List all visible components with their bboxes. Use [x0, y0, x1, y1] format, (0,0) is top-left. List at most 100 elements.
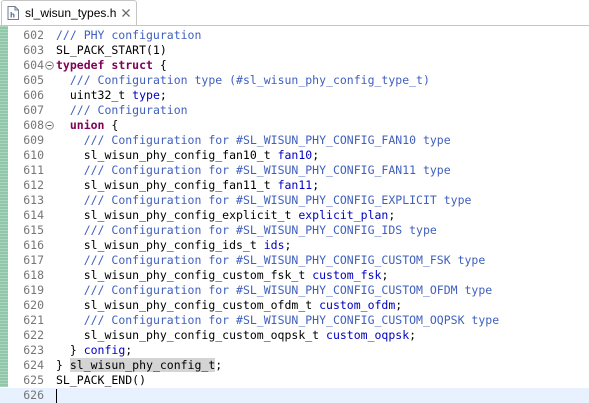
code-token: uint32_t: [56, 88, 133, 102]
comment-token: /// Configuration for #SL_WISUN_PHY_CONF…: [83, 163, 451, 177]
line-number: 615: [23, 223, 44, 237]
code-text: union {: [56, 118, 118, 133]
comment-token: /// Configuration for #SL_WISUN_PHY_CONF…: [83, 253, 486, 267]
svg-text:h: h: [10, 12, 15, 20]
code-line[interactable]: 612 sl_wisun_phy_config_fan11_t fan11;: [0, 178, 589, 193]
code-editor[interactable]: 602 /// PHY configuration 603 SL_PACK_START…: [0, 26, 589, 403]
code-line[interactable]: 615 /// Configuration for #SL_WISUN_PHY_…: [0, 223, 589, 238]
code-line[interactable]: 622 sl_wisun_phy_config_custom_oqpsk_t c…: [0, 328, 589, 343]
code-line[interactable]: 618 sl_wisun_phy_config_custom_fsk_t cus…: [0, 268, 589, 283]
code-line[interactable]: 609 /// Configuration for #SL_WISUN_PHY_…: [0, 133, 589, 148]
code-line[interactable]: 616 sl_wisun_phy_config_ids_t ids;: [0, 238, 589, 253]
field-token: custom_ofdm: [319, 298, 396, 312]
field-token: fan10: [277, 148, 313, 162]
line-number: 624: [23, 358, 44, 372]
line-number: 619: [23, 283, 44, 297]
code-text: /// Configuration for #SL_WISUN_PHY_CONF…: [56, 223, 437, 238]
code-text: sl_wisun_phy_config_ids_t ids;: [56, 238, 292, 253]
code-text: /// Configuration for #SL_WISUN_PHY_CONF…: [56, 253, 486, 268]
field-token: custom_fsk: [312, 268, 382, 282]
code-token: ;: [381, 268, 389, 282]
comment-token: /// Configuration for #SL_WISUN_PHY_CONF…: [83, 283, 493, 297]
close-icon[interactable]: [121, 8, 131, 18]
code-token: {: [152, 58, 167, 72]
header-file-icon: h: [7, 6, 19, 20]
line-number: 617: [23, 253, 44, 267]
code-line[interactable]: 613 /// Configuration for #SL_WISUN_PHY_…: [0, 193, 589, 208]
comment-token: /// Configuration for #SL_WISUN_PHY_CONF…: [83, 133, 451, 147]
field-token: fan11: [277, 178, 313, 192]
fold-collapse-icon[interactable]: [45, 61, 54, 70]
code-token: ;: [215, 358, 223, 372]
field-token: custom_oqpsk: [326, 328, 410, 342]
fold-collapse-icon[interactable]: [45, 121, 54, 130]
code-token: sl_wisun_phy_config_custom_oqpsk_t: [56, 328, 327, 342]
line-number: 616: [23, 238, 44, 252]
code-line[interactable]: 604 typedef struct {: [0, 58, 589, 73]
line-number: 623: [23, 343, 44, 357]
code-text: /// Configuration: [56, 103, 188, 118]
line-number: 618: [23, 268, 44, 282]
line-number: 620: [23, 298, 44, 312]
code-line[interactable]: 605 /// Configuration type (#sl_wisun_ph…: [0, 73, 589, 88]
code-text: uint32_t type;: [56, 88, 167, 103]
code-text: typedef struct {: [56, 58, 167, 73]
code-line[interactable]: 620 sl_wisun_phy_config_custom_ofdm_t cu…: [0, 298, 589, 313]
code-line[interactable]: 606 uint32_t type;: [0, 88, 589, 103]
code-token: ;: [395, 298, 403, 312]
code-text: /// Configuration for #SL_WISUN_PHY_CONF…: [56, 133, 451, 148]
code-line[interactable]: 608 union {: [0, 118, 589, 133]
line-number: 608: [23, 118, 44, 132]
keyword-token: typedef: [56, 58, 105, 72]
line-number: 612: [23, 178, 44, 192]
code-text: sl_wisun_phy_config_fan11_t fan11;: [56, 178, 319, 193]
line-number: 625: [23, 373, 44, 387]
line-number: 614: [23, 208, 44, 222]
code-line[interactable]: 607 /// Configuration: [0, 103, 589, 118]
code-token: ;: [388, 208, 396, 222]
code-token: {: [104, 118, 119, 132]
code-line[interactable]: 611 /// Configuration for #SL_WISUN_PHY_…: [0, 163, 589, 178]
code-token: ;: [312, 148, 320, 162]
code-line[interactable]: 619 /// Configuration for #SL_WISUN_PHY_…: [0, 283, 589, 298]
comment-token: /// Configuration: [69, 103, 188, 117]
line-number: 621: [23, 313, 44, 327]
code-line[interactable]: 603 SL_PACK_START(1): [0, 43, 589, 58]
editor-tab-bar: h sl_wisun_types.h: [0, 0, 589, 26]
code-token: ;: [409, 328, 417, 342]
code-line[interactable]: 623 } config;: [0, 343, 589, 358]
code-line[interactable]: 621 /// Configuration for #SL_WISUN_PHY_…: [0, 313, 589, 328]
code-token: }: [56, 343, 84, 357]
code-token: ;: [284, 238, 292, 252]
code-text: /// Configuration for #SL_WISUN_PHY_CONF…: [56, 283, 493, 298]
code-line[interactable]: 625 SL_PACK_END(): [0, 373, 589, 388]
code-text: } sl_wisun_phy_config_t;: [56, 358, 222, 373]
code-text: SL_PACK_START(1): [56, 43, 167, 58]
code-line[interactable]: 610 sl_wisun_phy_config_fan10_t fan10;: [0, 148, 589, 163]
code-token: ;: [159, 88, 167, 102]
highlighted-token: sl_wisun_phy_config_t: [69, 358, 216, 372]
code-token: sl_wisun_phy_config_explicit_t: [56, 208, 299, 222]
code-line[interactable]: 602 /// PHY configuration: [0, 28, 589, 43]
code-text: /// PHY configuration: [56, 28, 201, 43]
code-token: sl_wisun_phy_config_ids_t: [56, 238, 264, 252]
comment-token: /// Configuration for #SL_WISUN_PHY_CONF…: [83, 223, 437, 237]
code-line[interactable]: 626: [0, 388, 589, 403]
text-caret: [56, 389, 57, 403]
code-text: } config;: [56, 343, 132, 358]
editor-tab-sl-wisun-types[interactable]: h sl_wisun_types.h: [1, 0, 137, 25]
code-line[interactable]: 617 /// Configuration for #SL_WISUN_PHY_…: [0, 253, 589, 268]
keyword-token: struct: [111, 58, 153, 72]
code-line[interactable]: 624 } sl_wisun_phy_config_t;: [0, 358, 589, 373]
code-token: sl_wisun_phy_config_custom_ofdm_t: [56, 298, 320, 312]
code-line[interactable]: 614 sl_wisun_phy_config_explicit_t expli…: [0, 208, 589, 223]
line-number: 603: [23, 43, 44, 57]
